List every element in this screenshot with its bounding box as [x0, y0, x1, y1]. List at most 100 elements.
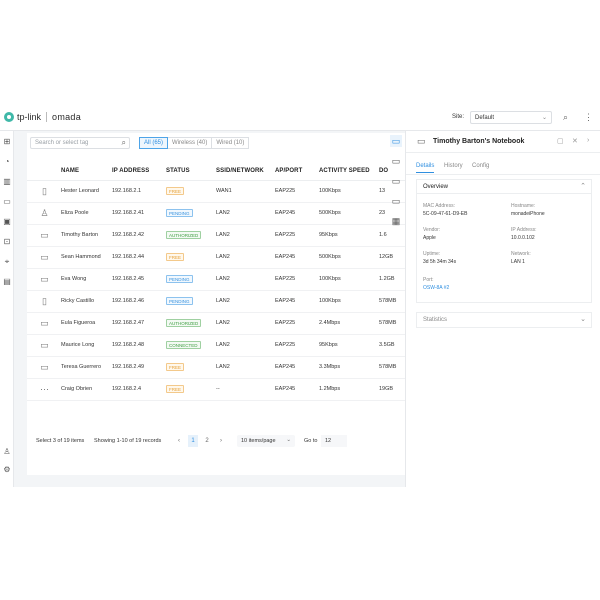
table-row[interactable]: ▯ Hester Leonard 192.168.2.1 FREE WAN1 EAP225… — [27, 181, 405, 203]
client-name: Timothy Barton — [61, 232, 99, 238]
tab-history[interactable]: History — [444, 163, 463, 169]
table-body: ▯ Hester Leonard 192.168.2.1 FREE WAN1 EAP225… — [27, 181, 405, 401]
client-name: Teresa Guerrero — [61, 364, 102, 370]
column-header-speed[interactable]: ACTIVITY SPEED — [319, 168, 370, 174]
brand-name: tp-link — [17, 112, 42, 122]
table-row[interactable]: ▯ Ricky Castillo 192.168.2.46 PENDING LAN2 EA… — [27, 291, 405, 313]
search-icon[interactable]: ⌕ — [563, 112, 568, 123]
statistics-card[interactable]: Statistics ⌄ — [416, 312, 592, 328]
clients-icon[interactable]: ▣ — [2, 217, 12, 227]
client-ip: 192.168.2.49 — [112, 364, 145, 370]
chevron-right-icon[interactable]: › — [587, 137, 589, 144]
collapse-icon[interactable]: ⌃ — [580, 182, 586, 190]
client-ap: EAP225 — [275, 232, 296, 238]
tab-details[interactable]: Details — [416, 163, 435, 173]
monitor-icon[interactable]: ▭ — [390, 195, 402, 207]
client-ap: EAP225 — [275, 342, 296, 348]
client-ap: EAP225 — [275, 320, 296, 326]
client-ssid: LAN2 — [216, 210, 230, 216]
table-row[interactable]: ▭ Maurice Long 192.168.2.48 CONNECTED LAN2 EA… — [27, 335, 405, 357]
column-header-status[interactable]: STATUS — [166, 168, 190, 174]
laptop-icon[interactable]: ▭ — [390, 175, 402, 187]
client-ap: EAP245 — [275, 364, 296, 370]
column-header-name[interactable]: NAME — [61, 168, 79, 174]
table-row[interactable]: ▭ Eva Wong 192.168.2.45 PENDING LAN2 EAP225 10… — [27, 269, 405, 291]
column-header-ap[interactable]: AP/PORT — [275, 168, 302, 174]
client-name: Maurice Long — [61, 342, 95, 348]
client-name: Craig Obrien — [61, 386, 93, 392]
column-header-ip[interactable]: IP ADDRESS — [112, 168, 149, 174]
column-header-ssid[interactable]: SSID/NETWORK — [216, 168, 264, 174]
site-select[interactable]: Default ⌄ — [470, 111, 552, 124]
map-icon[interactable]: ▥ — [2, 177, 12, 187]
window-icon[interactable]: ▢ — [557, 137, 564, 145]
items-per-page-select[interactable]: 10 items/page ⌄ — [237, 435, 295, 447]
client-ip: 192.168.2.46 — [112, 298, 145, 304]
site-value: Default — [475, 115, 495, 121]
monitor-icon[interactable]: ▭ — [390, 155, 402, 167]
page-2-button[interactable]: 2 — [202, 435, 212, 447]
product-name: omada — [52, 112, 82, 122]
search-icon[interactable]: ⌕ — [122, 138, 126, 148]
log-icon[interactable]: ▤ — [2, 277, 12, 287]
status-badge: PENDING — [166, 275, 193, 283]
table-row[interactable]: ▭ Teresa Guerrero 192.168.2.49 FREE LAN2 EAP2… — [27, 357, 405, 379]
filter-wireless[interactable]: Wireless (40) — [167, 137, 213, 149]
close-icon[interactable]: ✕ — [572, 137, 578, 145]
table-row[interactable]: ⋯ Craig Obrien 192.168.2.4 FREE -- EAP245 1.2M… — [27, 379, 405, 401]
insight-icon[interactable]: ⊡ — [2, 237, 12, 247]
monitor-icon: ▭ — [40, 252, 49, 262]
devices-icon[interactable]: ▭ — [2, 197, 12, 207]
client-ip: 192.168.2.44 — [112, 254, 145, 260]
client-speed: 95Kbps — [319, 232, 338, 238]
client-download: 578MB — [379, 320, 397, 326]
client-ip: 192.168.2.4 — [112, 386, 142, 392]
next-page-button[interactable]: › — [216, 435, 226, 447]
statistics-icon[interactable]: ◔ — [2, 157, 12, 167]
pagination: Select 3 of 19 items Showing 1-10 of 19 … — [27, 435, 405, 449]
client-ap: EAP245 — [275, 298, 296, 304]
filter-all[interactable]: All (65) — [139, 137, 169, 149]
search-placeholder: Search or select tag — [35, 140, 89, 146]
page-1-button[interactable]: 1 — [188, 435, 198, 447]
settings-icon[interactable]: ⚙ — [2, 465, 12, 475]
overview-card: Overview ⌃ MAC Address: 5C-09-47-61-D9-EB… — [416, 179, 592, 303]
more-icon[interactable]: ⋮ — [584, 112, 593, 123]
location-icon[interactable]: ⌖ — [2, 257, 12, 267]
client-name: Eula Figueroa — [61, 320, 96, 326]
account-icon[interactable]: ♙ — [2, 447, 12, 457]
client-ap: EAP245 — [275, 254, 296, 260]
prev-page-button[interactable]: ‹ — [174, 435, 184, 447]
table-row[interactable]: ▭ Timothy Barton 192.168.2.42 AUTHORIZED LAN… — [27, 225, 405, 247]
clients-table: NAME IP ADDRESS STATUS SSID/NETWORK AP/P… — [27, 165, 405, 401]
client-ip: 192.168.2.45 — [112, 276, 145, 282]
tab-config[interactable]: Config — [472, 163, 489, 169]
status-badge: PENDING — [166, 297, 193, 305]
client-name: Sean Hammond — [61, 254, 101, 260]
goto-label: Go to — [304, 438, 318, 444]
client-name: Eva Wong — [61, 276, 87, 282]
table-row[interactable]: ▭ Eula Figueroa 192.168.2.47 AUTHORIZED LAN2… — [27, 313, 405, 335]
dashboard-icon[interactable]: ⊞ — [2, 137, 12, 147]
table-header: NAME IP ADDRESS STATUS SSID/NETWORK AP/P… — [27, 165, 405, 181]
laptop-icon[interactable]: ▭ — [390, 135, 402, 147]
search-input[interactable]: Search or select tag ⌕ — [30, 137, 130, 149]
top-bar: tp-link omada Site: Default ⌄ ⌕ ⋮ — [0, 105, 600, 131]
device-icon[interactable]: ▦ — [390, 215, 402, 227]
client-ssid: LAN2 — [216, 364, 230, 370]
overview-header[interactable]: Overview ⌃ — [417, 180, 591, 194]
table-row[interactable]: ♙ Eliza Poole 192.168.2.41 PENDING LAN2 EAP24… — [27, 203, 405, 225]
filter-wired[interactable]: Wired (10) — [211, 137, 250, 149]
client-name: Ricky Castillo — [61, 298, 95, 304]
expand-icon[interactable]: ⌄ — [580, 315, 586, 323]
statistics-header[interactable]: Statistics ⌄ — [417, 313, 591, 327]
tablet-icon: ▯ — [42, 186, 47, 196]
field-mac: MAC Address: 5C-09-47-61-D9-EB — [423, 203, 468, 217]
goto-page-input[interactable]: 12 — [321, 435, 347, 447]
port-link[interactable]: OSW-8A #2 — [423, 284, 449, 292]
status-badge: AUTHORIZED — [166, 231, 202, 239]
client-download: 3.5GB — [379, 342, 395, 348]
table-row[interactable]: ▭ Sean Hammond 192.168.2.44 FREE LAN2 EAP245 5… — [27, 247, 405, 269]
client-list-panel: Search or select tag ⌕ All (65) Wireless… — [27, 133, 405, 475]
site-label: Site: — [452, 114, 465, 120]
